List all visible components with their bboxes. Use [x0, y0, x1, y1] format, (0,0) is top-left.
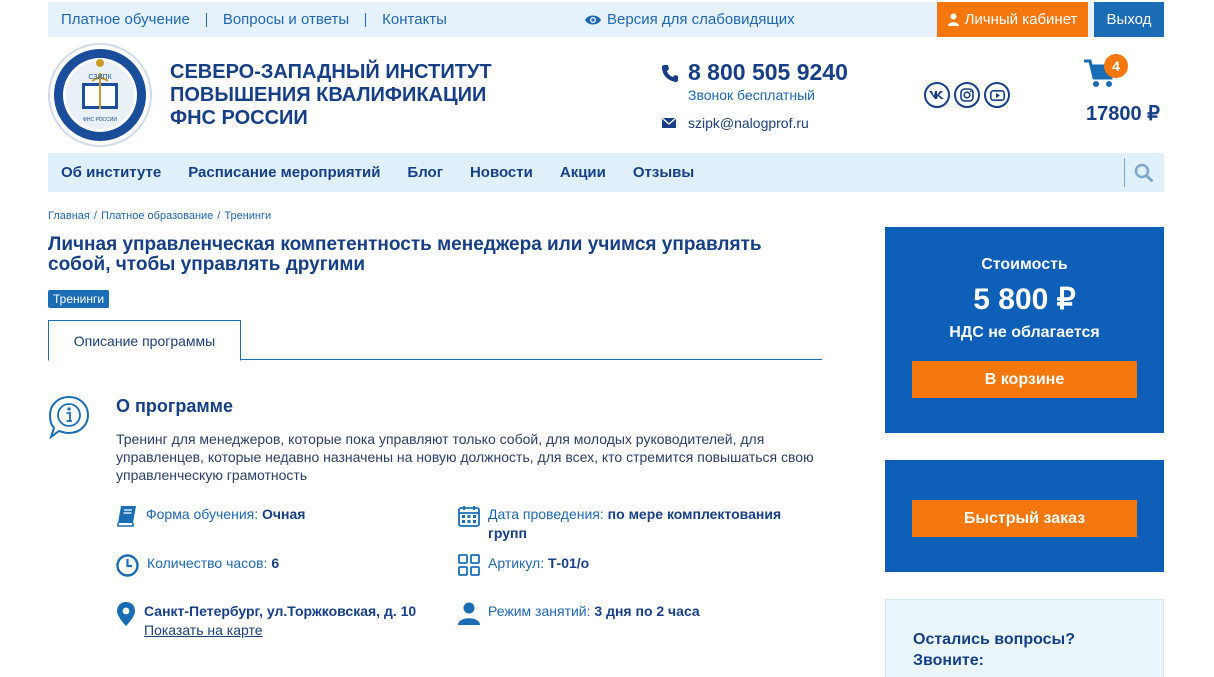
youtube-icon[interactable]	[984, 82, 1010, 108]
divider	[1124, 158, 1125, 187]
personal-cabinet-button[interactable]: Личный кабинет	[937, 2, 1088, 37]
top-bar: Платное обучение Вопросы и ответы Контак…	[48, 2, 1164, 37]
article-label: Артикул:	[488, 555, 545, 571]
price-panel: Стоимость 5 800 ₽ НДС не облагается В ко…	[885, 227, 1164, 433]
email-address: szipk@nalogprof.ru	[688, 115, 809, 131]
book-icon	[117, 506, 136, 527]
tab-program-description[interactable]: Описание программы	[48, 320, 241, 361]
logout-button[interactable]: Выход	[1094, 2, 1164, 37]
top-link-faq[interactable]: Вопросы и ответы	[223, 11, 349, 28]
fact-schedule-mode: Режим занятий: 3 дня по 2 часа	[458, 602, 700, 625]
phone-note: Звонок бесплатный	[688, 87, 815, 103]
logo-text: СЗИПК	[88, 74, 112, 81]
email-link[interactable]: szipk@nalogprof.ru	[662, 115, 809, 131]
breadcrumb: Главная / Платное образование / Тренинги	[48, 210, 272, 222]
divider	[205, 12, 207, 27]
hours-value: 6	[271, 555, 280, 571]
study-form-label: Форма обучения:	[146, 506, 259, 522]
calendar-icon	[458, 506, 480, 527]
map-pin-icon	[117, 602, 135, 626]
schedule-mode-label: Режим занятий:	[488, 603, 591, 619]
phone-icon	[662, 64, 678, 82]
fact-date: Дата проведения: по мере комплектования …	[458, 505, 818, 543]
date-label: Дата проведения:	[488, 506, 604, 522]
nav-item-blog[interactable]: Блог	[407, 164, 443, 181]
nav-item-news[interactable]: Новости	[470, 164, 533, 181]
institute-logo[interactable]: СЗИПК ФНС РОССИИ	[48, 43, 152, 147]
breadcrumb-home[interactable]: Главная	[48, 210, 90, 222]
organization-name: СЕВЕРО-ЗАПАДНЫЙ ИНСТИТУТ ПОВЫШЕНИЯ КВАЛИ…	[170, 61, 492, 129]
nav-item-about[interactable]: Об институте	[61, 164, 161, 181]
personal-cabinet-label: Личный кабинет	[964, 11, 1078, 28]
hours-label: Количество часов:	[147, 555, 268, 571]
grid-icon	[458, 554, 480, 576]
search-icon[interactable]	[1134, 163, 1153, 182]
about-text: Тренинг для менеджеров, которые пока упр…	[116, 431, 814, 483]
info-bubble-icon	[48, 395, 90, 439]
accessibility-label: Версия для слабовидящих	[607, 11, 795, 28]
main-navigation: Об институте Расписание мероприятий Блог…	[48, 153, 1164, 192]
vk-icon[interactable]	[924, 82, 950, 108]
nav-item-schedule[interactable]: Расписание мероприятий	[188, 164, 380, 181]
social-links	[924, 82, 1010, 108]
mail-icon	[662, 118, 676, 128]
phone-link[interactable]: 8 800 505 9240	[662, 59, 848, 86]
quick-order-panel: Быстрый заказ	[885, 460, 1164, 572]
about-heading: О программе	[116, 396, 234, 416]
nav-items: Об институте Расписание мероприятий Блог…	[61, 153, 721, 192]
accessibility-version-link[interactable]: Версия для слабовидящих	[584, 2, 795, 37]
in-cart-button[interactable]: В корзине	[912, 361, 1137, 398]
study-form-value: Очная	[262, 506, 306, 522]
article-value: Т-01/о	[547, 555, 590, 571]
divider	[365, 12, 367, 27]
nav-item-reviews[interactable]: Отзывы	[633, 164, 694, 181]
show-on-map-link[interactable]: Показать на карте	[144, 622, 263, 638]
cart-button[interactable]: 4	[1084, 54, 1128, 93]
quick-order-button[interactable]: Быстрый заказ	[912, 500, 1137, 537]
help-text: Остались вопросы? Звоните:	[913, 631, 1075, 669]
help-panel: Остались вопросы? Звоните:	[885, 599, 1164, 677]
nav-item-promotions[interactable]: Акции	[560, 164, 606, 181]
top-links: Платное обучение Вопросы и ответы Контак…	[61, 2, 447, 37]
fact-hours: Количество часов: 6	[116, 554, 279, 577]
fact-address: Санкт-Петербург, ул.Торжковская, д. 10 По…	[116, 602, 416, 640]
user-icon	[947, 13, 959, 26]
address-text: Санкт-Петербург, ул.Торжковская, д. 10	[144, 603, 417, 619]
instagram-icon[interactable]	[954, 82, 980, 108]
logo-subtext: ФНС РОССИИ	[83, 117, 117, 123]
vat-note: НДС не облагается	[949, 324, 1100, 341]
breadcrumb-trainings[interactable]: Тренинги	[224, 210, 271, 222]
person-icon	[458, 602, 480, 625]
top-link-contacts[interactable]: Контакты	[382, 11, 447, 28]
page-title: Личная управленческая компетентность мен…	[48, 234, 762, 275]
cart-count-badge: 4	[1104, 54, 1128, 78]
phone-number: 8 800 505 9240	[688, 59, 848, 85]
category-tag[interactable]: Тренинги	[48, 290, 110, 308]
cart-total: 17800 ₽	[1086, 103, 1160, 125]
schedule-mode-value: 3 дня по 2 часа	[594, 603, 700, 619]
clock-icon	[116, 554, 139, 577]
top-link-paid-education[interactable]: Платное обучение	[61, 11, 190, 28]
breadcrumb-paid-education[interactable]: Платное образование	[101, 210, 213, 222]
eye-icon	[585, 15, 601, 24]
fact-article: Артикул: Т-01/о	[458, 554, 589, 576]
fact-study-form: Форма обучения: Очная	[116, 505, 305, 527]
price-value: 5 800 ₽	[973, 283, 1076, 316]
price-caption: Стоимость	[981, 256, 1068, 273]
